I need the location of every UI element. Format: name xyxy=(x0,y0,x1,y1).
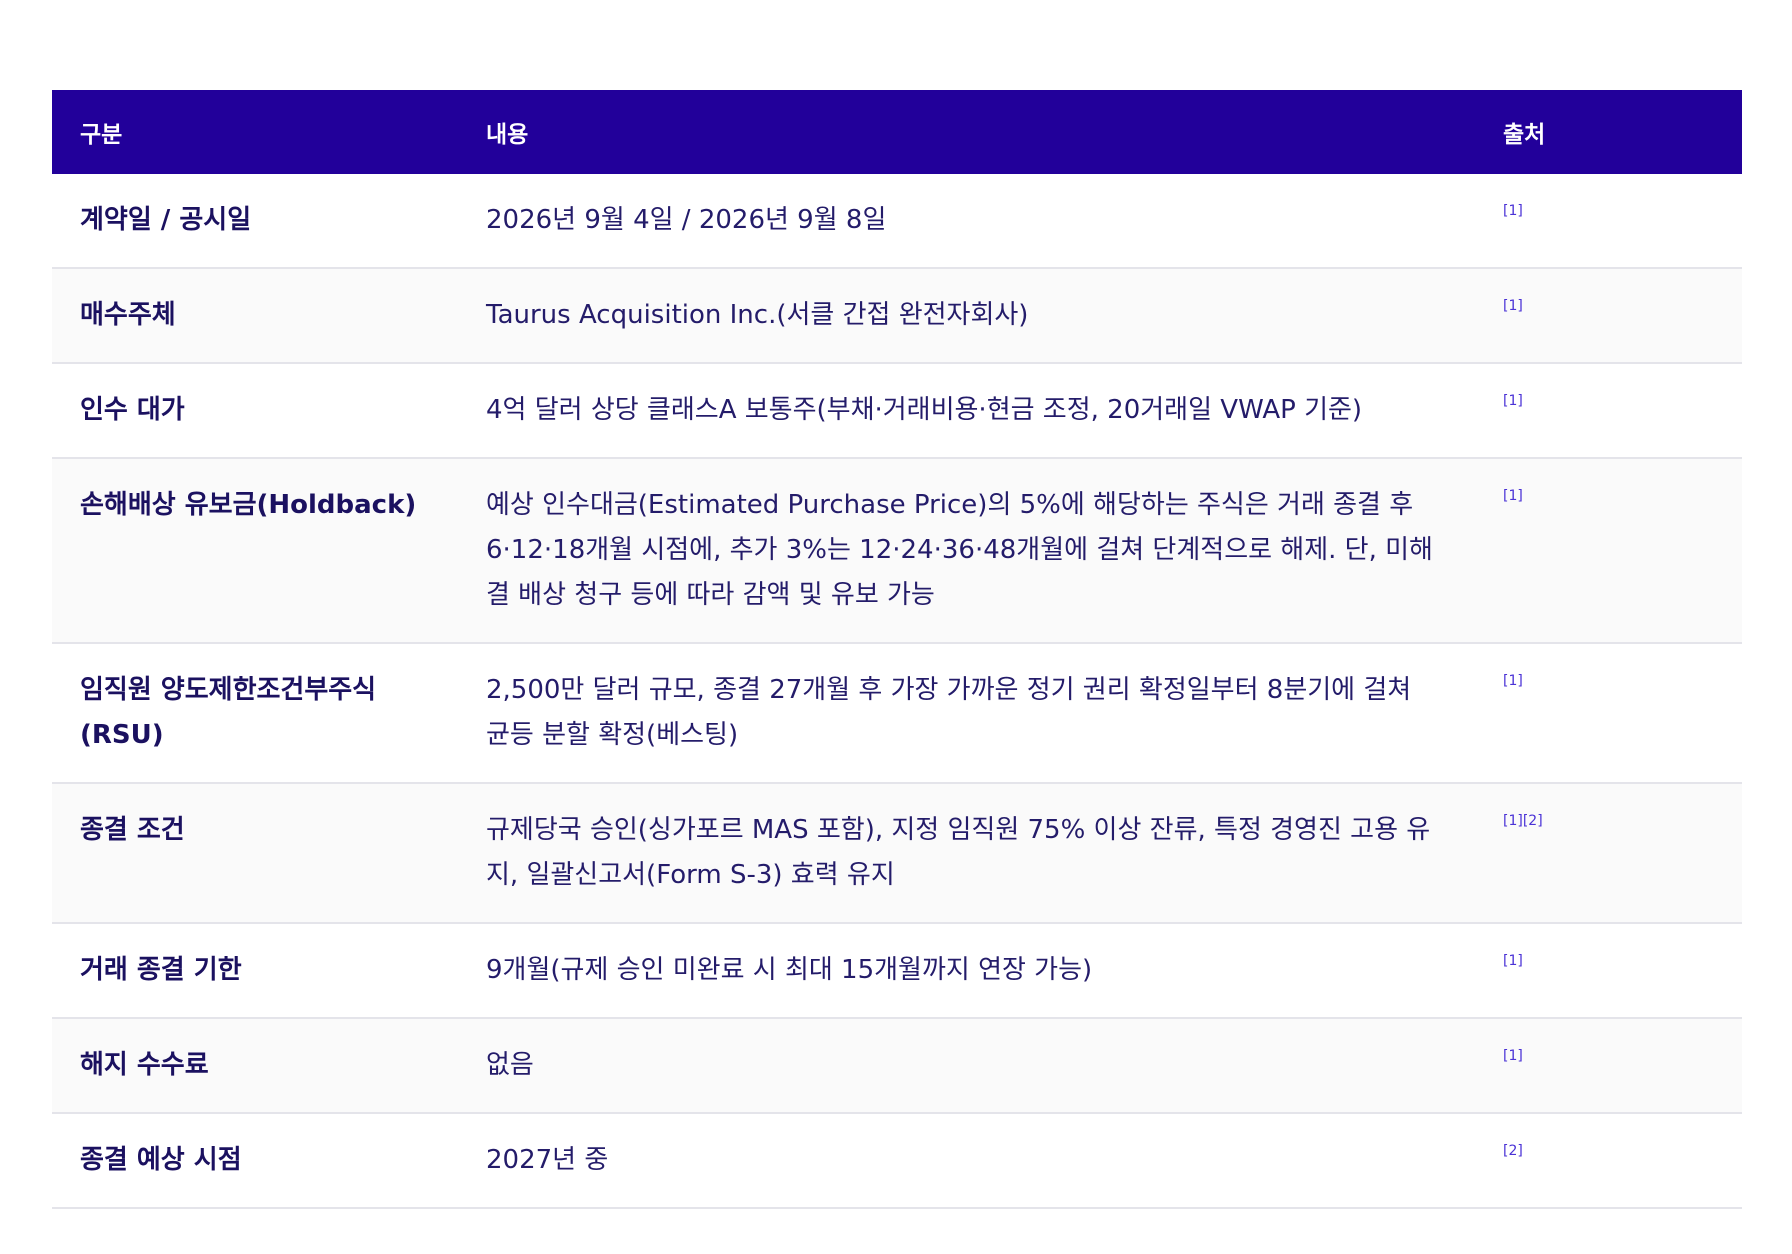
source-citation-link[interactable]: [1] xyxy=(1503,390,1523,412)
deal-terms-table: 구분 내용 출처 계약일 / 공시일 2026년 9월 4일 / 2026년 9… xyxy=(52,90,1742,1209)
row-content: 규제당국 승인(싱가포르 MAS 포함), 지정 임직원 75% 이상 잔류, … xyxy=(458,783,1475,924)
source-citation-link[interactable]: [1] xyxy=(1503,485,1523,507)
row-content: Taurus Acquisition Inc.(서클 간접 완전자회사) xyxy=(458,268,1475,364)
row-category: 종결 예상 시점 xyxy=(52,1113,458,1209)
row-category: 매수주체 xyxy=(52,268,458,364)
row-source-cell: [1] xyxy=(1475,643,1742,784)
row-source-cell: [1] xyxy=(1475,923,1742,1019)
row-content: 2027년 중 xyxy=(458,1113,1475,1209)
table-row: 계약일 / 공시일 2026년 9월 4일 / 2026년 9월 8일 [1] xyxy=(52,174,1742,269)
row-content: 4억 달러 상당 클래스A 보통주(부채·거래비용·현금 조정, 20거래일 V… xyxy=(458,363,1475,459)
source-citation-link[interactable]: [2] xyxy=(1503,1140,1523,1162)
row-source-cell: [1][2] xyxy=(1475,783,1742,924)
source-citation-link[interactable]: [1] xyxy=(1503,950,1523,972)
header-row: 구분 내용 출처 xyxy=(52,90,1742,174)
row-source-cell: [2] xyxy=(1475,1113,1742,1209)
row-content: 2026년 9월 4일 / 2026년 9월 8일 xyxy=(458,174,1475,269)
row-category: 거래 종결 기한 xyxy=(52,923,458,1019)
row-source-cell: [1] xyxy=(1475,268,1742,364)
row-category: 임직원 양도제한조건부주식(RSU) xyxy=(52,643,458,784)
source-citation-link[interactable]: [1][2] xyxy=(1503,810,1543,832)
row-content: 없음 xyxy=(458,1018,1475,1114)
header-source: 출처 xyxy=(1475,90,1742,174)
table-header: 구분 내용 출처 xyxy=(52,90,1742,174)
row-source-cell: [1] xyxy=(1475,363,1742,459)
row-category: 종결 조건 xyxy=(52,783,458,924)
row-source-cell: [1] xyxy=(1475,458,1742,644)
source-citation-link[interactable]: [1] xyxy=(1503,670,1523,692)
row-content: 2,500만 달러 규모, 종결 27개월 후 가장 가까운 정기 권리 확정일… xyxy=(458,643,1475,784)
source-citation-link[interactable]: [1] xyxy=(1503,295,1523,317)
row-content: 9개월(규제 승인 미완료 시 최대 15개월까지 연장 가능) xyxy=(458,923,1475,1019)
table-row: 해지 수수료 없음 [1] xyxy=(52,1018,1742,1114)
row-category: 해지 수수료 xyxy=(52,1018,458,1114)
row-source-cell: [1] xyxy=(1475,174,1742,269)
row-category: 인수 대가 xyxy=(52,363,458,459)
table-row: 임직원 양도제한조건부주식(RSU) 2,500만 달러 규모, 종결 27개월… xyxy=(52,643,1742,784)
source-citation-link[interactable]: [1] xyxy=(1503,200,1523,222)
table-body: 계약일 / 공시일 2026년 9월 4일 / 2026년 9월 8일 [1] … xyxy=(52,174,1742,1209)
row-content: 예상 인수대금(Estimated Purchase Price)의 5%에 해… xyxy=(458,458,1475,644)
row-category: 손해배상 유보금(Holdback) xyxy=(52,458,458,644)
deal-terms-table-container: 구분 내용 출처 계약일 / 공시일 2026년 9월 4일 / 2026년 9… xyxy=(52,90,1742,1209)
table-row: 종결 예상 시점 2027년 중 [2] xyxy=(52,1113,1742,1209)
row-category: 계약일 / 공시일 xyxy=(52,174,458,269)
row-source-cell: [1] xyxy=(1475,1018,1742,1114)
table-row: 인수 대가 4억 달러 상당 클래스A 보통주(부채·거래비용·현금 조정, 2… xyxy=(52,363,1742,459)
table-row: 종결 조건 규제당국 승인(싱가포르 MAS 포함), 지정 임직원 75% 이… xyxy=(52,783,1742,924)
table-row: 손해배상 유보금(Holdback) 예상 인수대금(Estimated Pur… xyxy=(52,458,1742,644)
source-citation-link[interactable]: [1] xyxy=(1503,1045,1523,1067)
header-content: 내용 xyxy=(458,90,1475,174)
table-row: 거래 종결 기한 9개월(규제 승인 미완료 시 최대 15개월까지 연장 가능… xyxy=(52,923,1742,1019)
table-row: 매수주체 Taurus Acquisition Inc.(서클 간접 완전자회사… xyxy=(52,268,1742,364)
header-category: 구분 xyxy=(52,90,458,174)
